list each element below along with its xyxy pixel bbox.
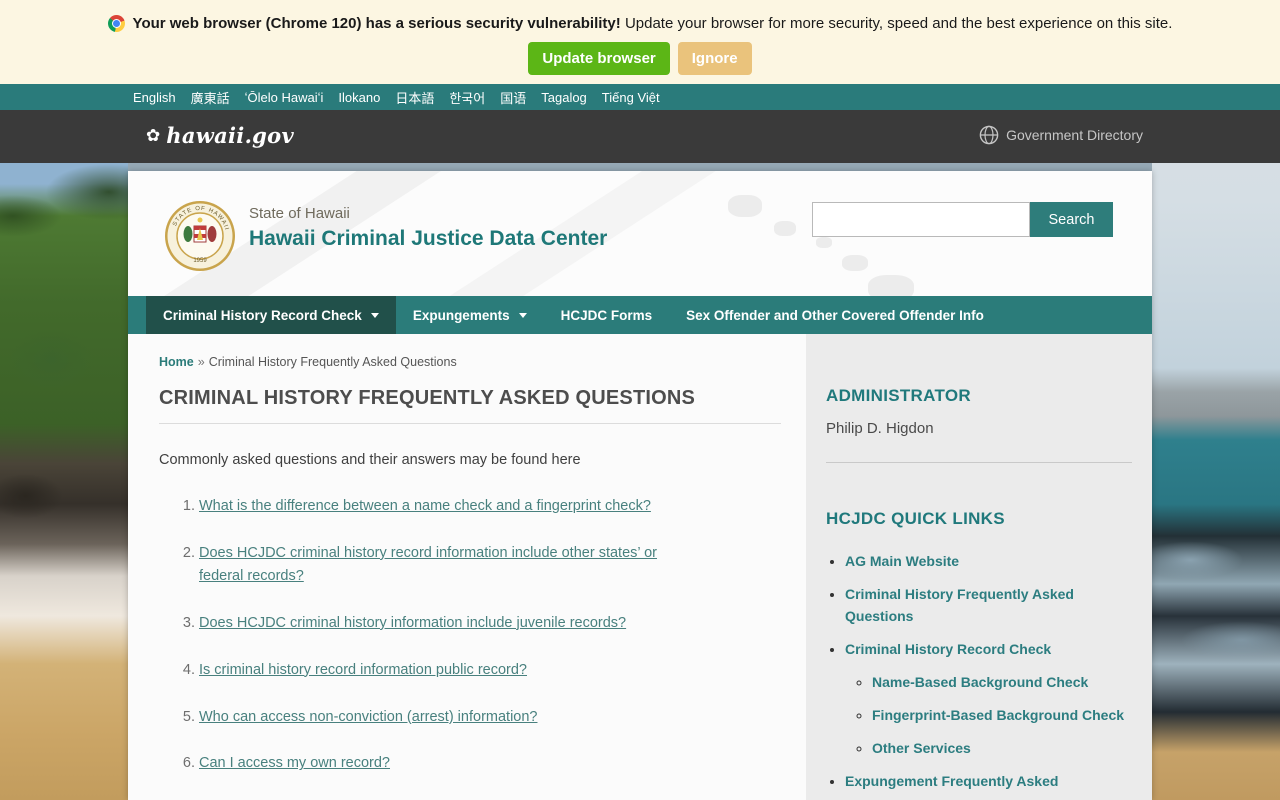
quick-links-list: AG Main Website Criminal History Frequen… <box>826 550 1132 792</box>
nav-item-label: HCJDC Forms <box>560 307 653 323</box>
faq-link-access-own-record[interactable]: Can I access my own record? <box>199 755 390 771</box>
faq-list-item: Does HCJDC criminal history information … <box>199 612 704 635</box>
watermark-island <box>842 255 868 271</box>
nav-item-hcjdc-forms[interactable]: HCJDC Forms <box>544 296 670 334</box>
quick-link-fingerprint-based-check[interactable]: Fingerprint-Based Background Check <box>872 707 1124 723</box>
chevron-down-icon <box>370 312 379 318</box>
breadcrumb-separator: » <box>197 355 205 369</box>
government-directory-link[interactable]: Government Directory <box>979 125 1143 145</box>
title-divider <box>159 423 781 424</box>
sidebar: ADMINISTRATOR Philip D. Higdon HCJDC QUI… <box>806 334 1152 800</box>
watermark-island <box>816 237 832 248</box>
administrator-heading: ADMINISTRATOR <box>826 386 971 405</box>
faq-list-item: Who can access non-conviction (arrest) i… <box>199 706 704 729</box>
language-link-hawaiian[interactable]: ʻŌlelo Hawaiʻi <box>245 90 324 105</box>
agency-name: State of Hawaii <box>249 205 350 222</box>
main-content: Home» Criminal History Frequently Asked Q… <box>128 334 806 800</box>
content-row: Home» Criminal History Frequently Asked Q… <box>128 334 1152 800</box>
breadcrumb-home-link[interactable]: Home <box>159 355 194 369</box>
site-title: Hawaii Criminal Justice Data Center <box>249 227 608 250</box>
faq-list-item: What is the difference between a name ch… <box>199 495 704 518</box>
quick-link-subitem: Fingerprint-Based Background Check <box>872 704 1132 726</box>
breadcrumb-current: Criminal History Frequently Asked Questi… <box>208 355 457 369</box>
nav-item-expungements[interactable]: Expungements <box>396 296 544 334</box>
faq-list-item: Is criminal history record information p… <box>199 659 704 682</box>
quick-link-item: AG Main Website <box>845 550 1132 572</box>
quick-links-sublist: Name-Based Background Check Fingerprint-… <box>845 671 1132 759</box>
nav-item-label: Expungements <box>412 307 510 323</box>
hibiscus-flower-icon: ✿ <box>146 126 161 145</box>
hawaii-gov-logo[interactable]: ✿ hawaii.gov <box>146 123 294 148</box>
quick-link-item: Criminal History Record Check Name-Based… <box>845 638 1132 759</box>
language-link-english[interactable]: English <box>133 90 176 105</box>
sidebar-divider <box>826 462 1132 463</box>
hawaii-gov-logo-text: hawaii.gov <box>166 123 294 148</box>
faq-link-other-states-records[interactable]: Does HCJDC criminal history record infor… <box>199 545 657 584</box>
quick-link-expungement-faq[interactable]: Expungement Frequently Asked <box>845 773 1058 789</box>
faq-link-juvenile-records[interactable]: Does HCJDC criminal history information … <box>199 615 626 631</box>
quick-link-ag-main-website[interactable]: AG Main Website <box>845 553 959 569</box>
chrome-browser-icon <box>107 15 125 32</box>
quick-link-criminal-history-faq[interactable]: Criminal History Frequently Asked Questi… <box>845 586 1074 624</box>
language-link-vietnamese[interactable]: Tiếng Việt <box>602 90 660 105</box>
quick-link-other-services[interactable]: Other Services <box>872 740 971 756</box>
language-bar: English 廣東話 ʻŌlelo Hawaiʻi Ilokano 日本語 한… <box>0 84 1280 110</box>
globe-icon <box>979 125 999 145</box>
svg-text:1959: 1959 <box>193 258 207 264</box>
nav-item-criminal-history-record-check[interactable]: Criminal History Record Check <box>146 296 396 334</box>
intro-text: Commonly asked questions and their answe… <box>159 452 581 468</box>
quick-link-item: Criminal History Frequently Asked Questi… <box>845 583 1132 627</box>
faq-list-item: Can I access my own record? <box>199 752 704 775</box>
quick-link-name-based-check[interactable]: Name-Based Background Check <box>872 674 1088 690</box>
hawaii-state-seal: STATE OF HAWAII 1959 <box>165 201 235 271</box>
language-link-japanese[interactable]: 日本語 <box>395 88 434 107</box>
watermark-island <box>868 275 914 296</box>
search-button[interactable]: Search <box>1030 202 1113 237</box>
nav-item-label: Criminal History Record Check <box>163 307 362 323</box>
language-link-korean[interactable]: 한국어 <box>449 88 485 107</box>
language-link-ilokano[interactable]: Ilokano <box>338 90 380 105</box>
page-title: CRIMINAL HISTORY FREQUENTLY ASKED QUESTI… <box>159 387 696 409</box>
language-link-tagalog[interactable]: Tagalog <box>541 90 587 105</box>
quick-link-subitem: Name-Based Background Check <box>872 671 1132 693</box>
faq-link-non-conviction-access[interactable]: Who can access non-conviction (arrest) i… <box>199 709 537 725</box>
faq-link-public-record[interactable]: Is criminal history record information p… <box>199 662 527 678</box>
quick-link-subitem: Other Services <box>872 737 1132 759</box>
browser-update-banner: Your web browser (Chrome 120) has a seri… <box>0 0 1280 84</box>
language-link-chinese[interactable]: 国语 <box>500 88 526 107</box>
hawaii-gov-bar: ✿ hawaii.gov Government Directory <box>0 110 1280 163</box>
site-header: STATE OF HAWAII 1959 State of Hawaii Haw… <box>128 171 1152 296</box>
page-container: STATE OF HAWAII 1959 State of Hawaii Haw… <box>128 171 1152 800</box>
faq-list-item: Does HCJDC criminal history record infor… <box>199 542 704 588</box>
search-box: Search <box>812 202 1113 237</box>
chevron-down-icon <box>518 312 527 318</box>
banner-warning-text: Your web browser (Chrome 120) has a seri… <box>132 15 1173 32</box>
breadcrumb: Home» Criminal History Frequently Asked Q… <box>159 355 781 369</box>
watermark-island <box>728 195 762 217</box>
language-link-cantonese[interactable]: 廣東話 <box>191 88 230 107</box>
ignore-button[interactable]: Ignore <box>677 42 752 75</box>
faq-link-name-vs-fingerprint[interactable]: What is the difference between a name ch… <box>199 498 651 514</box>
watermark-island <box>774 221 796 236</box>
nav-item-sex-offender-info[interactable]: Sex Offender and Other Covered Offender … <box>669 296 1001 334</box>
search-input[interactable] <box>812 202 1030 237</box>
administrator-name: Philip D. Higdon <box>826 420 934 437</box>
faq-list: What is the difference between a name ch… <box>159 495 704 800</box>
government-directory-label: Government Directory <box>1006 127 1143 143</box>
quick-link-criminal-history-record-check[interactable]: Criminal History Record Check <box>845 641 1051 657</box>
quick-link-item: Expungement Frequently Asked <box>845 770 1132 792</box>
main-navigation: Criminal History Record Check Expungemen… <box>128 296 1152 334</box>
quick-links-heading: HCJDC QUICK LINKS <box>826 509 1005 528</box>
update-browser-button[interactable]: Update browser <box>528 42 670 75</box>
nav-item-label: Sex Offender and Other Covered Offender … <box>686 307 984 323</box>
